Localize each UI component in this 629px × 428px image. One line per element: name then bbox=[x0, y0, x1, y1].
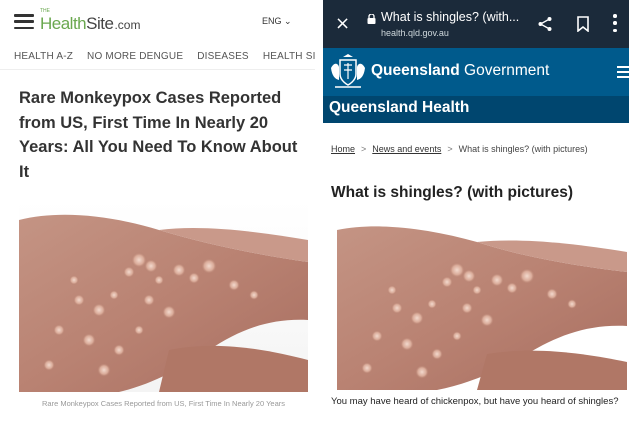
dept-name[interactable]: Queensland Health bbox=[329, 99, 469, 117]
bookmark-icon[interactable] bbox=[577, 16, 589, 32]
hand-rash-photo bbox=[19, 200, 308, 392]
qld-crest-icon bbox=[331, 54, 365, 88]
page-url[interactable]: health.qld.gov.au bbox=[381, 28, 449, 38]
qld-gov-banner: Queensland Government bbox=[323, 48, 629, 96]
page-title: What is shingles? (with... bbox=[381, 10, 520, 24]
article-headline: Rare Monkeypox Cases Reported from US, F… bbox=[19, 89, 298, 181]
shingles-rash-photo bbox=[337, 220, 627, 390]
breadcrumb-separator-icon: > bbox=[361, 144, 367, 154]
side-by-side-screenshot: THE HealthSite .com ENG ⌄ HEALTH A-Z NO … bbox=[0, 0, 629, 428]
logo-wordmark: HealthSite bbox=[40, 14, 114, 34]
qld-health-banner: Queensland Health bbox=[323, 96, 629, 123]
breadcrumb-separator-icon: > bbox=[447, 144, 453, 154]
page-heading: What is shingles? (with pictures) bbox=[331, 184, 573, 201]
logo-health: Health bbox=[40, 14, 87, 33]
intro-paragraph: You may have heard of chickenpox, but ha… bbox=[331, 396, 619, 407]
close-tab-icon[interactable]: × bbox=[335, 13, 350, 34]
site-header: THE HealthSite .com ENG ⌄ bbox=[0, 0, 315, 42]
share-icon[interactable] bbox=[537, 16, 553, 32]
browser-toolbar: × What is shingles? (with... health.qld.… bbox=[323, 0, 629, 48]
image-caption: Rare Monkeypox Cases Reported from US, F… bbox=[41, 399, 285, 408]
language-selector[interactable]: ENG ⌄ bbox=[262, 16, 292, 27]
nav-health-si[interactable]: HEALTH SI bbox=[263, 51, 315, 62]
hamburger-menu-icon[interactable] bbox=[14, 14, 34, 29]
nav-no-more-dengue[interactable]: NO MORE DENGUE bbox=[87, 51, 183, 62]
breadcrumb: Home > News and events > What is shingle… bbox=[331, 144, 588, 154]
logo-tld: .com bbox=[114, 18, 141, 32]
breadcrumb-home[interactable]: Home bbox=[331, 144, 355, 154]
qld-health-panel: × What is shingles? (with... health.qld.… bbox=[323, 0, 629, 428]
breadcrumb-current: What is shingles? (with pictures) bbox=[458, 144, 588, 154]
lock-icon bbox=[367, 14, 376, 24]
site-menu-icon[interactable] bbox=[617, 66, 629, 78]
healthsite-panel: THE HealthSite .com ENG ⌄ HEALTH A-Z NO … bbox=[0, 0, 315, 428]
category-nav: HEALTH A-Z NO MORE DENGUE DISEASES HEALT… bbox=[0, 44, 315, 70]
nav-diseases[interactable]: DISEASES bbox=[197, 51, 249, 62]
breadcrumb-news-and-events[interactable]: News and events bbox=[372, 144, 441, 154]
qld-government-wordmark[interactable]: Queensland Government bbox=[371, 62, 549, 80]
logo-prefix: THE bbox=[40, 8, 50, 14]
logo-site: Site bbox=[86, 14, 114, 33]
site-logo[interactable]: THE HealthSite .com bbox=[40, 8, 141, 34]
nav-health-a-z[interactable]: HEALTH A-Z bbox=[14, 51, 73, 62]
government-word: Government bbox=[459, 62, 550, 79]
more-options-icon[interactable] bbox=[613, 14, 617, 32]
qld-word: Queensland bbox=[371, 62, 460, 79]
